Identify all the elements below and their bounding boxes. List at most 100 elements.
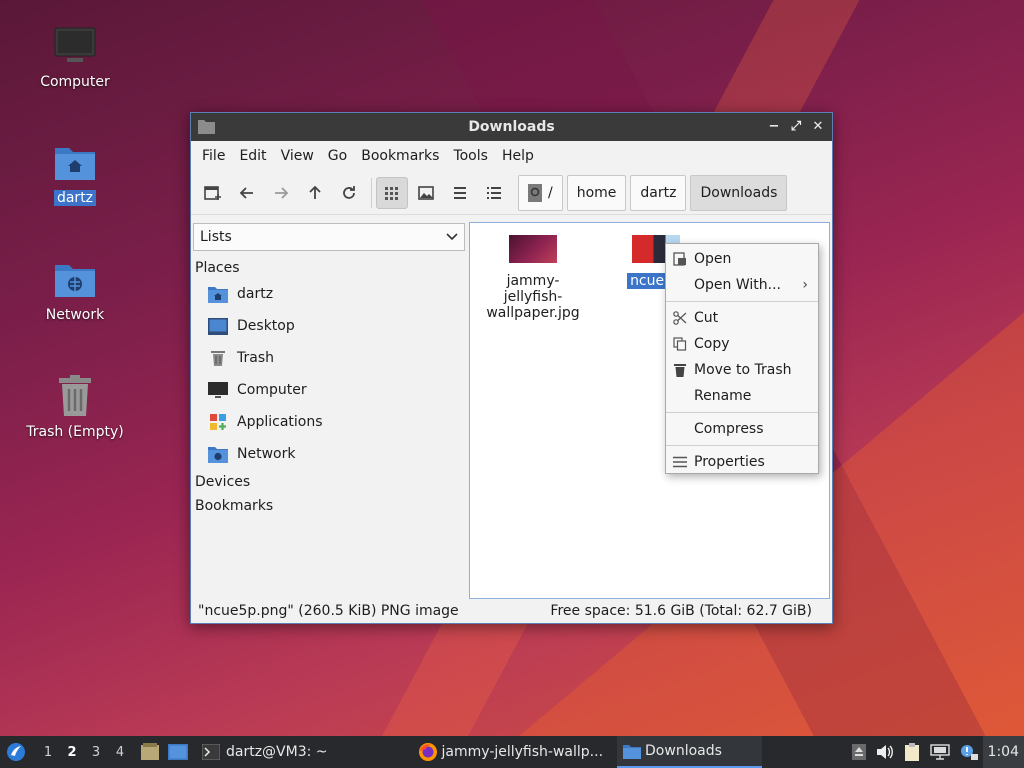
sidebar-item-label: Applications — [237, 414, 323, 430]
trash-icon — [51, 372, 99, 420]
chevron-down-icon — [446, 229, 458, 245]
menu-item-copy[interactable]: Copy — [666, 331, 818, 357]
menu-item-label: Compress — [694, 421, 764, 437]
clock[interactable]: 1:04 — [982, 736, 1024, 768]
workspace-1[interactable]: 1 — [36, 745, 60, 760]
menu-help[interactable]: Help — [495, 144, 541, 168]
quicklaunch — [132, 736, 196, 768]
menu-view[interactable]: View — [274, 144, 321, 168]
new-tab-button[interactable] — [197, 177, 229, 209]
window-titlebar[interactable]: Downloads − ⤢ ✕ — [191, 113, 832, 141]
workspace-4[interactable]: 4 — [108, 745, 132, 760]
menu-item-rename[interactable]: Rename — [666, 383, 818, 409]
reload-button[interactable] — [333, 177, 365, 209]
menu-item-move-to-trash[interactable]: Move to Trash — [666, 357, 818, 383]
sidebar-item-applications[interactable]: Applications — [191, 406, 467, 438]
task-firefox[interactable]: jammy-jellyfish-wallp... — [412, 736, 610, 768]
statusbar: "ncue5p.png" (260.5 KiB) PNG image Free … — [191, 599, 832, 623]
sidebar-mode-select[interactable]: Lists — [193, 223, 465, 251]
desktop-icon-computer[interactable]: Computer — [20, 22, 130, 90]
clipboard-icon[interactable] — [899, 743, 925, 761]
trash-icon — [207, 347, 229, 369]
thumbnail-view-button[interactable] — [410, 177, 442, 209]
open-icon — [672, 251, 688, 267]
sidebar-item-desktop[interactable]: Desktop — [191, 310, 467, 342]
file-manager-launcher-icon[interactable] — [136, 743, 164, 761]
maximize-button[interactable]: ⤢ — [788, 117, 804, 135]
drive-icon — [528, 183, 542, 202]
desktop-icon-network[interactable]: Network — [20, 255, 130, 323]
menu-bookmarks[interactable]: Bookmarks — [354, 144, 446, 168]
volume-icon[interactable] — [871, 744, 899, 760]
chevron-right-icon: › — [802, 277, 808, 293]
task-label: dartz@VM3: ~ — [226, 744, 328, 760]
breadcrumb-downloads[interactable]: Downloads — [690, 174, 788, 211]
workspace-2[interactable]: 2 — [60, 745, 84, 760]
network-status-icon[interactable] — [925, 744, 955, 760]
status-selection: "ncue5p.png" (260.5 KiB) PNG image — [198, 603, 459, 619]
copy-icon — [672, 336, 688, 352]
image-icon — [418, 185, 434, 200]
menubar: File Edit View Go Bookmarks Tools Help — [191, 141, 832, 171]
menu-tools[interactable]: Tools — [446, 144, 495, 168]
reload-icon — [343, 185, 355, 199]
eject-icon[interactable] — [847, 744, 871, 760]
desktop-icon-dartz[interactable]: dartz — [20, 138, 130, 206]
computer-icon — [51, 22, 99, 70]
sidebar-mode-value: Lists — [200, 229, 232, 245]
system-tray: 1:04 — [847, 736, 1024, 768]
menu-file[interactable]: File — [195, 144, 232, 168]
forward-button[interactable] — [265, 177, 297, 209]
task-label: Downloads — [645, 743, 722, 759]
menu-item-cut[interactable]: Cut — [666, 305, 818, 331]
show-desktop-icon[interactable] — [164, 744, 192, 760]
devices-heading: Devices — [195, 474, 251, 490]
up-button[interactable] — [299, 177, 331, 209]
detailed-view-button[interactable] — [478, 177, 510, 209]
network-folder-icon — [207, 443, 229, 465]
arrow-right-icon — [275, 186, 289, 199]
toolbar-separator — [371, 177, 372, 208]
minimize-button[interactable]: − — [766, 117, 782, 135]
file-name-line1: jammy-jellyfish- — [503, 273, 563, 305]
sidebar-item-dartz[interactable]: dartz — [191, 278, 467, 310]
sidebar-item-label: Computer — [237, 382, 307, 398]
menu-item-open[interactable]: Open — [666, 246, 818, 272]
menu-item-properties[interactable]: Properties — [666, 449, 818, 475]
lubuntu-logo-icon — [7, 743, 25, 761]
folder-icon — [623, 743, 642, 759]
desktop-icon-trash[interactable]: Trash (Empty) — [20, 372, 130, 440]
notification-icon[interactable] — [955, 744, 983, 760]
close-button[interactable]: ✕ — [810, 117, 826, 135]
arrow-left-icon — [239, 186, 253, 199]
menu-item-label: Properties — [694, 454, 765, 470]
breadcrumb-root[interactable]: / — [518, 174, 563, 211]
compact-view-button[interactable] — [444, 177, 476, 209]
task-terminal[interactable]: dartz@VM3: ~ — [196, 736, 334, 768]
task-label: jammy-jellyfish-wallp... — [441, 744, 604, 760]
workspace-3[interactable]: 3 — [84, 745, 108, 760]
menu-separator — [666, 301, 818, 302]
file-item-wallpaper[interactable]: jammy-jellyfish- wallpaper.jpg — [478, 235, 588, 321]
sidebar-item-computer[interactable]: Computer — [191, 374, 467, 406]
network-folder-icon — [51, 255, 99, 303]
sidebar-item-trash[interactable]: Trash — [191, 342, 467, 374]
task-downloads[interactable]: Downloads — [617, 736, 762, 768]
home-folder-icon — [51, 138, 99, 186]
menu-item-label: Copy — [694, 336, 730, 352]
icon-view-button[interactable] — [376, 176, 408, 209]
menu-item-compress[interactable]: Compress — [666, 416, 818, 442]
desktop-icon — [207, 315, 229, 337]
context-menu: Open Open With... › Cut Copy Move to Tra… — [665, 243, 819, 474]
sidebar-item-network[interactable]: Network — [191, 438, 467, 470]
breadcrumb-home[interactable]: home — [566, 174, 627, 211]
bookmarks-heading: Bookmarks — [195, 498, 274, 514]
home-folder-icon — [207, 283, 229, 305]
menu-item-open-with[interactable]: Open With... › — [666, 272, 818, 298]
menu-go[interactable]: Go — [321, 144, 354, 168]
folder-icon — [198, 119, 215, 138]
app-menu-button[interactable] — [0, 736, 32, 768]
breadcrumb-dartz[interactable]: dartz — [630, 174, 687, 211]
back-button[interactable] — [231, 177, 263, 209]
menu-edit[interactable]: Edit — [232, 144, 273, 168]
